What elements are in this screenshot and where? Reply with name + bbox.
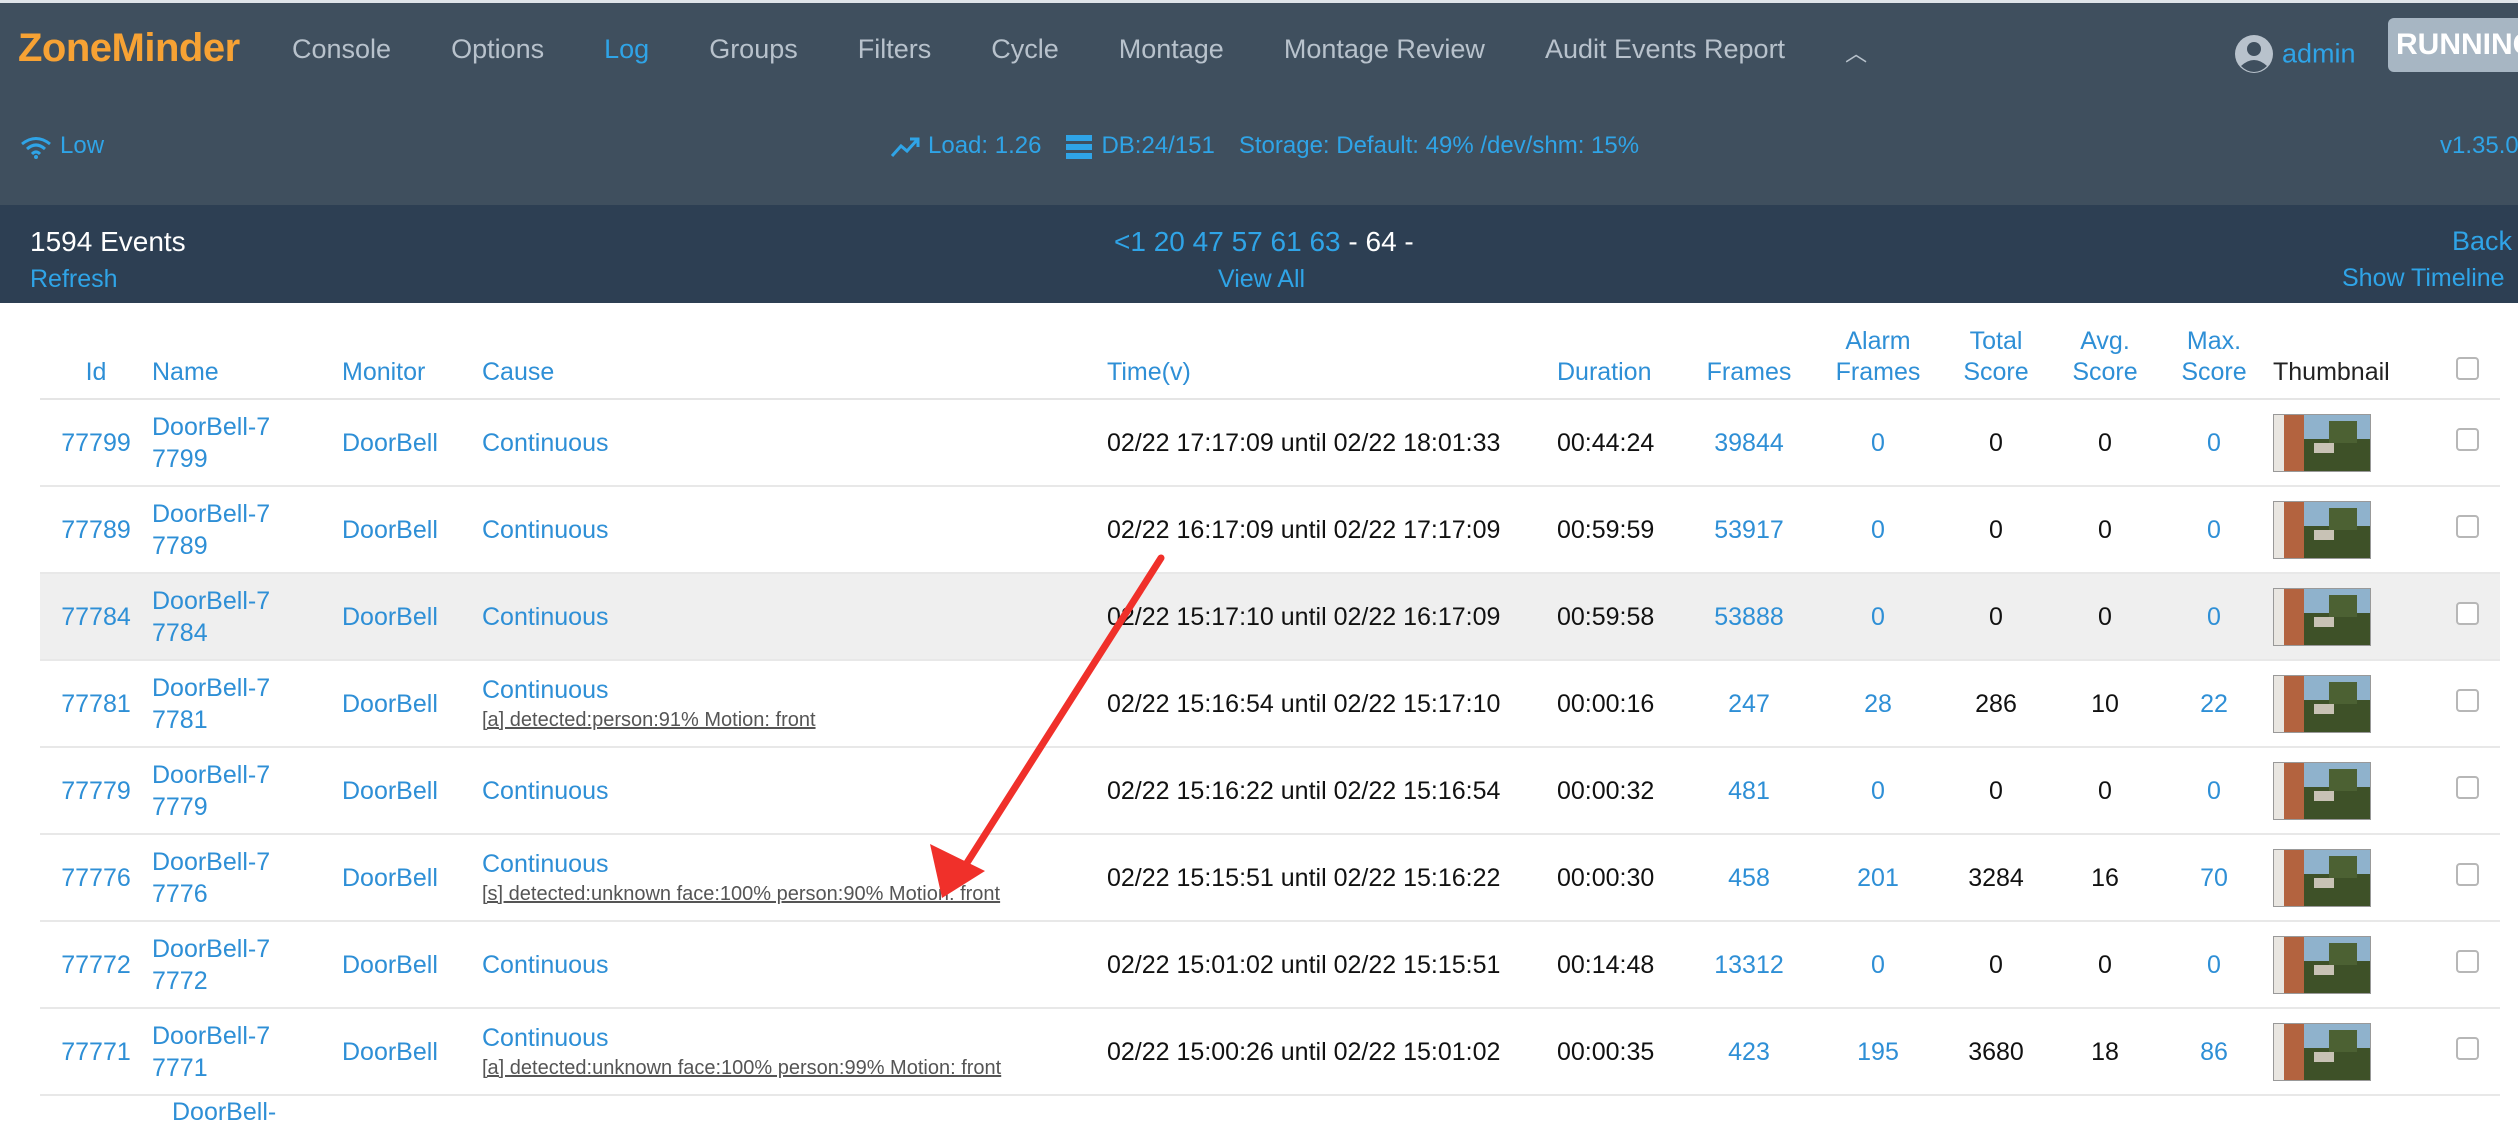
annotation-arrow: [930, 554, 1165, 898]
